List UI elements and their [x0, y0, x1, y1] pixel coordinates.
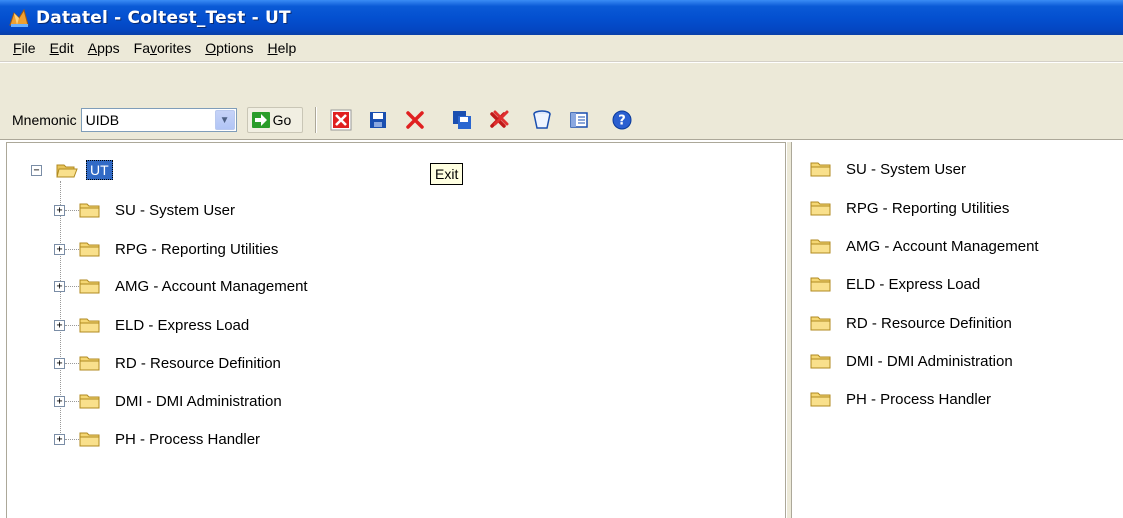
- list-item-label: PH - Process Handler: [846, 390, 992, 408]
- chevron-down-icon[interactable]: ▼: [214, 110, 235, 130]
- folder-icon: [810, 239, 831, 254]
- folder-icon: [810, 201, 831, 216]
- list-item[interactable]: RPG - Reporting Utilities: [810, 197, 1009, 219]
- menu-help[interactable]: Help: [260, 40, 303, 56]
- menu-apps[interactable]: Apps: [81, 40, 127, 56]
- mnemonic-input[interactable]: [81, 110, 212, 130]
- collapse-icon[interactable]: −: [31, 164, 42, 176]
- folder-icon: [810, 354, 831, 369]
- folder-icon: [79, 203, 100, 218]
- folder-icon: [79, 242, 100, 257]
- exit-icon: [330, 109, 352, 131]
- folder-icon: [79, 318, 100, 333]
- expand-icon[interactable]: +: [54, 319, 65, 331]
- mnemonic-label: Mnemonic: [12, 112, 77, 128]
- menu-favorites[interactable]: Favorites: [127, 40, 199, 56]
- app-icon: [8, 7, 30, 29]
- tree-node-ph[interactable]: + PH - Process Handler: [54, 428, 260, 450]
- help-button[interactable]: ?: [608, 106, 636, 134]
- toolbar: Mnemonic ▼ Go: [0, 62, 1123, 140]
- menu-bar: File Edit Apps Favorites Options Help: [0, 35, 1123, 62]
- expand-icon[interactable]: +: [54, 280, 65, 292]
- tree-node-rd[interactable]: + RD - Resource Definition: [54, 352, 281, 374]
- bucket-icon: [532, 110, 551, 129]
- save-all-button[interactable]: [448, 106, 476, 134]
- tree-panel[interactable]: − UT + SU - System User + RPG - Reportin…: [6, 142, 786, 518]
- tree-node-label: SU - System User: [115, 201, 236, 219]
- floppy-icon: [369, 112, 386, 128]
- list-panel[interactable]: SU - System User RPG - Reporting Utiliti…: [792, 142, 1123, 518]
- list-item-label: AMG - Account Management: [846, 237, 1039, 255]
- go-label: Go: [272, 112, 292, 128]
- tree-node-su[interactable]: + SU - System User: [54, 199, 235, 221]
- expand-icon[interactable]: +: [54, 395, 65, 407]
- list-item[interactable]: ELD - Express Load: [810, 273, 980, 295]
- list-item-label: ELD - Express Load: [846, 275, 981, 293]
- clear-button[interactable]: [528, 106, 556, 134]
- expand-icon[interactable]: +: [54, 357, 65, 369]
- details-button[interactable]: [565, 106, 593, 134]
- go-button[interactable]: Go: [246, 107, 303, 133]
- svg-text:?: ?: [618, 114, 626, 129]
- go-arrow-icon: [251, 112, 270, 128]
- tree-node-label: AMG - Account Management: [115, 277, 308, 295]
- window-title: Datatel - Coltest_Test - UT: [36, 7, 291, 28]
- folder-icon: [810, 392, 831, 407]
- help-icon: ?: [612, 110, 632, 130]
- tree-node-label: RPG - Reporting Utilities: [115, 240, 279, 258]
- menu-file[interactable]: File: [6, 40, 43, 56]
- list-item[interactable]: AMG - Account Management: [810, 235, 1039, 257]
- tree-node-label: RD - Resource Definition: [115, 354, 281, 372]
- cancel-all-button[interactable]: [485, 106, 513, 134]
- folder-icon: [79, 394, 100, 409]
- list-item-label: DMI - DMI Administration: [846, 352, 1013, 370]
- folder-icon: [810, 277, 831, 292]
- list-item-label: RPG - Reporting Utilities: [846, 199, 1010, 217]
- expand-icon[interactable]: +: [54, 243, 65, 255]
- tree-node-amg[interactable]: + AMG - Account Management: [54, 275, 308, 297]
- folder-icon: [810, 162, 831, 177]
- list-item[interactable]: PH - Process Handler: [810, 388, 991, 410]
- cancel-all-icon: [489, 110, 509, 128]
- tree-node-dmi[interactable]: + DMI - DMI Administration: [54, 390, 282, 412]
- tree-node-eld[interactable]: + ELD - Express Load: [54, 314, 249, 336]
- tree-node-rpg[interactable]: + RPG - Reporting Utilities: [54, 238, 278, 260]
- list-item-label: SU - System User: [846, 160, 967, 178]
- list-item[interactable]: RD - Resource Definition: [810, 312, 1012, 334]
- tree-node-label: DMI - DMI Administration: [115, 392, 282, 410]
- cancel-button[interactable]: [401, 106, 429, 134]
- save-button[interactable]: [364, 106, 392, 134]
- cancel-icon: [405, 111, 424, 129]
- tree-root[interactable]: − UT: [31, 159, 113, 181]
- save-all-icon: [452, 111, 471, 129]
- list-item-label: RD - Resource Definition: [846, 314, 1012, 332]
- title-bar[interactable]: Datatel - Coltest_Test - UT: [0, 0, 1123, 35]
- mnemonic-combo[interactable]: ▼: [80, 108, 237, 132]
- tree-node-label: ELD - Express Load: [115, 316, 250, 334]
- exit-button[interactable]: [327, 106, 355, 134]
- expand-icon[interactable]: +: [54, 433, 65, 445]
- window-icon: [569, 112, 588, 128]
- list-item[interactable]: DMI - DMI Administration: [810, 350, 1013, 372]
- expand-icon[interactable]: +: [54, 204, 65, 216]
- menu-edit[interactable]: Edit: [43, 40, 81, 56]
- tree-root-label[interactable]: UT: [86, 160, 113, 180]
- open-folder-icon: [56, 164, 78, 178]
- folder-icon: [79, 432, 100, 447]
- exit-tooltip: Exit: [430, 163, 464, 185]
- list-item[interactable]: SU - System User: [810, 158, 966, 180]
- folder-icon: [810, 316, 831, 331]
- folder-icon: [79, 356, 100, 371]
- menu-options[interactable]: Options: [198, 40, 260, 56]
- folder-icon: [79, 279, 100, 294]
- tree-node-label: PH - Process Handler: [115, 430, 261, 448]
- toolbar-separator: [314, 107, 317, 133]
